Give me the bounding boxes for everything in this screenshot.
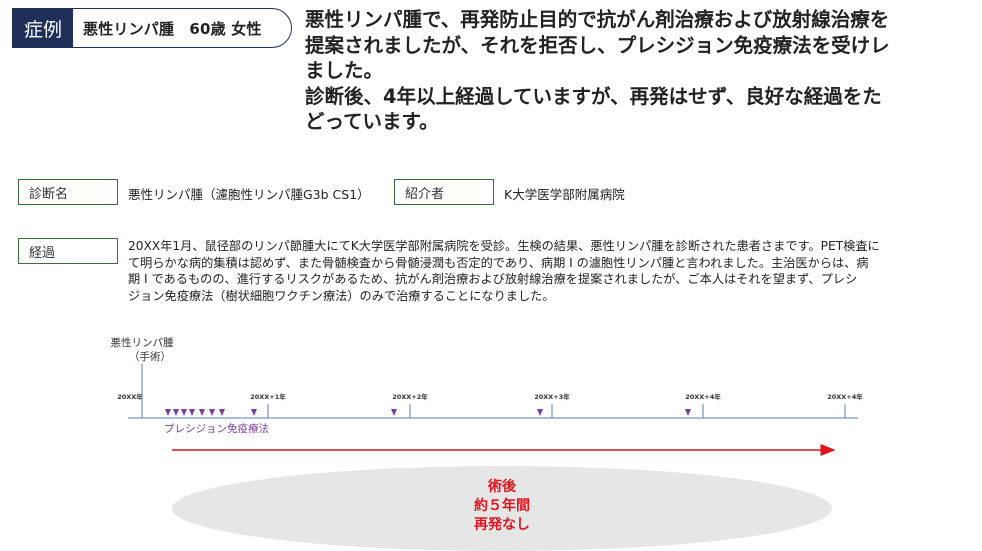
therapy-marker: [685, 409, 691, 416]
year-label: 20XX+4年: [827, 392, 863, 401]
result-text: 術後 約５年間 再発なし: [392, 478, 612, 535]
therapy-marker: [189, 409, 195, 416]
event-sub: （手術）: [129, 350, 171, 363]
year-label: 20XX年: [117, 392, 143, 401]
year-label: 20XX+1年: [250, 392, 286, 401]
therapy-marker: [165, 409, 171, 416]
therapy-marker: [181, 409, 187, 416]
year-label: 20XX+2年: [392, 392, 428, 401]
result-line: 約５年間: [474, 498, 530, 514]
therapy-marker: [391, 409, 397, 416]
therapy-label: プレシジョン免疫療法: [164, 422, 269, 435]
result-line: 再発なし: [474, 517, 530, 533]
year-label: 20XX+4年: [685, 392, 721, 401]
event-label: 悪性リンパ腫: [111, 336, 174, 349]
therapy-marker: [537, 409, 543, 416]
timeline: 悪性リンパ腫 （手術） 20XX年 20XX+1年 20XX+2年 20XX+3…: [111, 336, 863, 456]
result-line: 術後: [488, 479, 516, 495]
therapy-marker: [199, 409, 205, 416]
therapy-marker: [251, 409, 257, 416]
therapy-marker: [219, 409, 225, 416]
therapy-marker: [209, 409, 215, 416]
therapy-marker: [173, 409, 179, 416]
year-label: 20XX+3年: [534, 392, 570, 401]
